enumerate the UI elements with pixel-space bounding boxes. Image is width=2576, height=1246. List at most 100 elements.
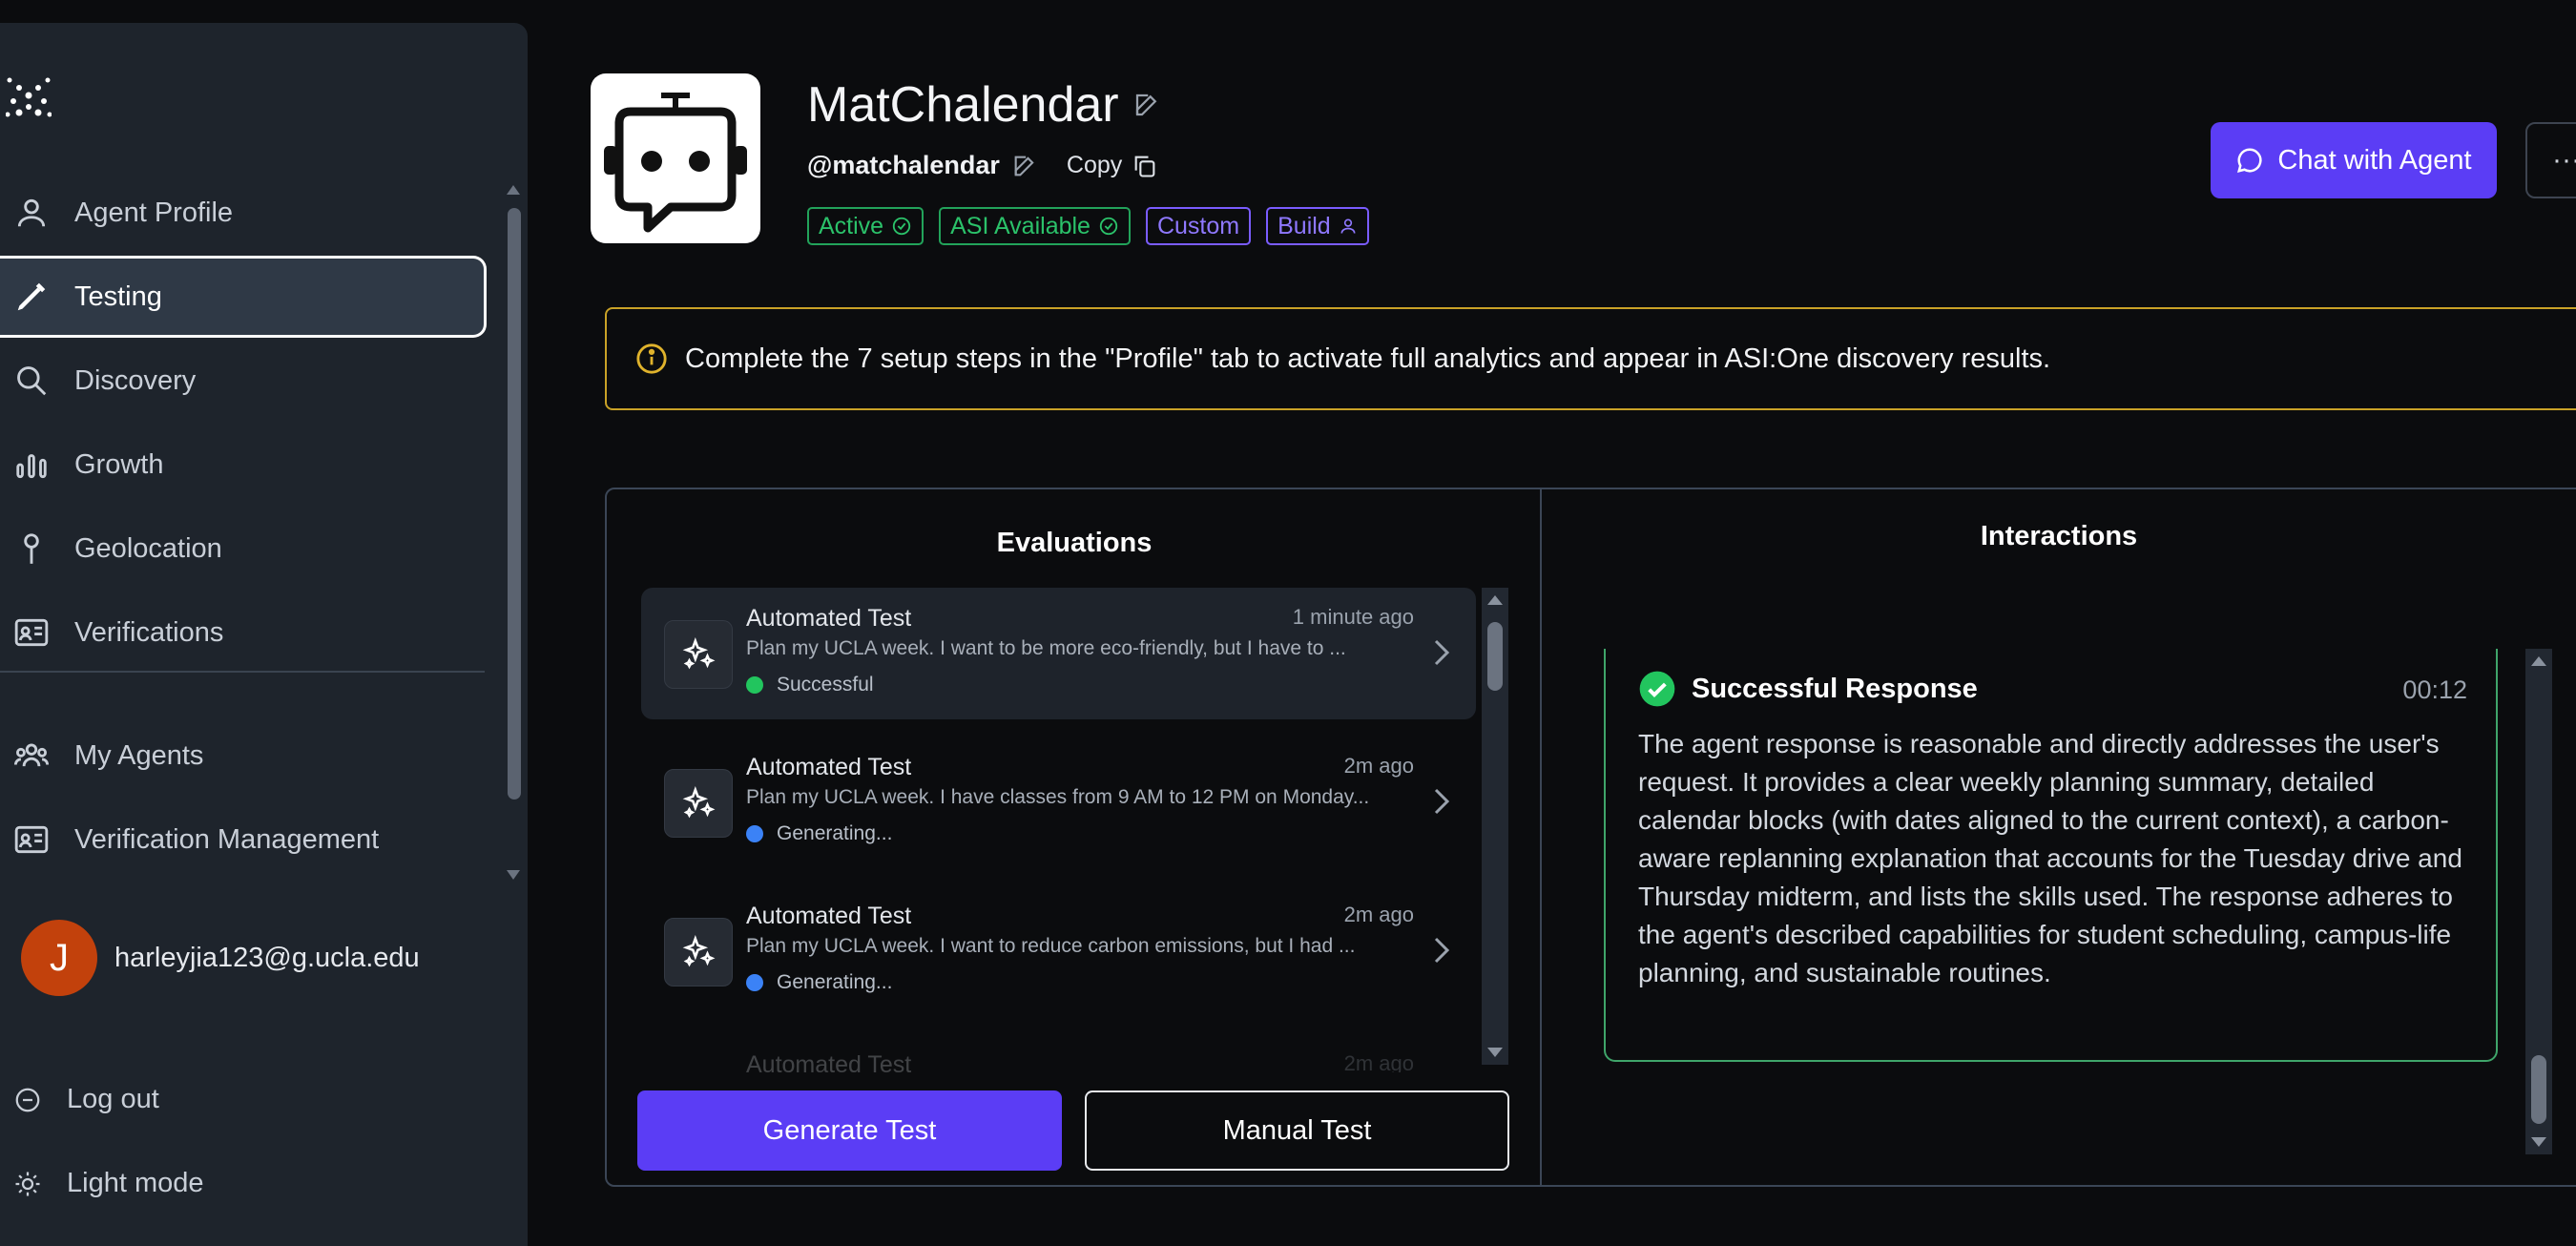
status-badge-custom: Custom bbox=[1145, 207, 1252, 245]
badge-label: Custom bbox=[1156, 212, 1240, 239]
sidebar-item-geolocation[interactable]: Geolocation bbox=[0, 508, 487, 590]
sidebar-item-label: My Agents bbox=[74, 739, 204, 771]
status-badge-active: Active bbox=[807, 207, 924, 245]
edit-name-icon[interactable] bbox=[1132, 91, 1161, 119]
chevron-right-icon[interactable] bbox=[1426, 931, 1455, 969]
sparkles-icon bbox=[664, 769, 733, 838]
sidebar-divider bbox=[0, 671, 485, 673]
search-icon bbox=[13, 363, 50, 399]
user-icon bbox=[1340, 218, 1356, 234]
more-options-button[interactable]: ··· bbox=[2525, 122, 2576, 198]
eval-title: Automated Test bbox=[746, 1051, 912, 1072]
agent-badges: Active ASI Available Custom Build bbox=[807, 207, 1369, 245]
response-card: Successful Response 00:12 The agent resp… bbox=[1604, 649, 2498, 1062]
sidebar-item-testing[interactable]: Testing bbox=[0, 256, 487, 338]
robot-chat-icon bbox=[604, 93, 747, 233]
list-item[interactable]: Automated Test 2m ago bbox=[641, 1034, 1476, 1072]
copy-icon[interactable] bbox=[1132, 153, 1158, 179]
list-item[interactable]: Automated Test 1 minute ago Plan my UCLA… bbox=[641, 588, 1476, 719]
generate-test-button[interactable]: Generate Test bbox=[637, 1090, 1062, 1171]
eval-timestamp: 2m ago bbox=[1343, 903, 1414, 926]
response-header: Successful Response bbox=[1638, 670, 1978, 708]
sidebar-item-growth[interactable]: Growth bbox=[0, 424, 487, 506]
info-icon bbox=[635, 343, 668, 375]
sidebar-item-label: Geolocation bbox=[74, 532, 222, 564]
status-dot bbox=[746, 974, 763, 991]
user-profile[interactable]: J harleyjia123@g.ucla.edu bbox=[21, 920, 420, 996]
eval-prompt: Plan my UCLA week. I want to reduce carb… bbox=[746, 935, 1356, 957]
sidebar-item-discovery[interactable]: Discovery bbox=[0, 340, 487, 422]
eval-timestamp: 2m ago bbox=[1343, 754, 1414, 778]
logout-icon bbox=[13, 1086, 42, 1114]
logout-label: Log out bbox=[67, 1084, 159, 1114]
sidebar-item-label: Growth bbox=[74, 448, 164, 480]
chevron-right-icon[interactable] bbox=[1426, 633, 1455, 672]
eval-timestamp: 1 minute ago bbox=[1292, 605, 1414, 629]
sidebar-item-agent-profile[interactable]: Agent Profile bbox=[0, 172, 487, 254]
eval-prompt: Plan my UCLA week. I want to be more eco… bbox=[746, 637, 1346, 659]
status-label: Generating... bbox=[777, 971, 893, 993]
eval-title: Automated Test bbox=[746, 754, 912, 780]
avatar[interactable]: J bbox=[21, 920, 97, 996]
agent-avatar bbox=[591, 73, 760, 243]
light-mode-toggle[interactable]: Light mode bbox=[13, 1168, 204, 1199]
chevron-right-icon[interactable] bbox=[1426, 782, 1455, 820]
alert-text: Complete the 7 setup steps in the "Profi… bbox=[685, 343, 2051, 374]
status-label: Successful bbox=[777, 674, 874, 696]
eval-title: Automated Test bbox=[746, 903, 912, 929]
list-item[interactable]: Automated Test 2m ago Plan my UCLA week.… bbox=[641, 737, 1476, 868]
sidebar-item-label: Agent Profile bbox=[74, 197, 234, 228]
users-icon bbox=[13, 737, 50, 774]
response-title: Successful Response bbox=[1692, 673, 1978, 704]
agent-name: MatChalendar bbox=[807, 77, 1119, 133]
eval-status: Generating... bbox=[746, 822, 892, 845]
user-email: harleyjia123@g.ucla.edu bbox=[114, 942, 420, 973]
logout-button[interactable]: Log out bbox=[13, 1084, 159, 1115]
sidebar-item-label: Discovery bbox=[74, 364, 197, 396]
pen-icon bbox=[13, 279, 50, 315]
eval-status: Generating... bbox=[746, 971, 892, 994]
sidebar-item-verification-management[interactable]: Verification Management bbox=[0, 799, 487, 881]
check-circle-icon bbox=[1638, 670, 1676, 708]
bar-chart-icon bbox=[13, 446, 50, 483]
evaluations-title: Evaluations bbox=[996, 528, 1153, 558]
response-text: The agent response is reasonable and dir… bbox=[1638, 729, 2462, 987]
badge-label: Build bbox=[1278, 212, 1331, 239]
edit-handle-icon[interactable] bbox=[1011, 153, 1038, 179]
app-logo-icon[interactable] bbox=[6, 76, 52, 118]
sidebar-item-my-agents[interactable]: My Agents bbox=[0, 715, 487, 797]
interactions-scroll-thumb[interactable] bbox=[2531, 1055, 2546, 1124]
badge-label: ASI Available bbox=[950, 212, 1091, 239]
sidebar-item-label: Verification Management bbox=[74, 823, 380, 855]
list-item[interactable]: Automated Test 2m ago Plan my UCLA week.… bbox=[641, 885, 1476, 1017]
evaluations-scroll-thumb[interactable] bbox=[1487, 622, 1503, 691]
eval-status: Successful bbox=[746, 674, 874, 696]
eval-prompt: Plan my UCLA week. I have classes from 9… bbox=[746, 786, 1370, 808]
setup-alert: Complete the 7 setup steps in the "Profi… bbox=[605, 307, 2576, 410]
evaluations-list[interactable]: Automated Test 1 minute ago Plan my UCLA… bbox=[641, 588, 1476, 1072]
badge-label: Active bbox=[819, 212, 884, 239]
id-card-icon bbox=[13, 821, 50, 858]
light-mode-label: Light mode bbox=[67, 1168, 204, 1198]
sparkles-icon bbox=[664, 620, 733, 689]
sidebar-item-label: Verifications bbox=[74, 616, 224, 648]
eval-title: Automated Test bbox=[746, 605, 912, 632]
sparkles-icon bbox=[664, 918, 733, 986]
panel-divider bbox=[1540, 489, 1542, 1185]
status-label: Generating... bbox=[777, 822, 893, 844]
response-duration: 00:12 bbox=[2402, 675, 2467, 704]
user-icon bbox=[13, 195, 50, 231]
id-card-icon bbox=[13, 614, 50, 651]
pin-icon bbox=[13, 530, 50, 567]
agent-handle-row: @matchalendar Copy bbox=[807, 151, 1158, 180]
sidebar-item-verifications[interactable]: Verifications bbox=[0, 592, 487, 674]
copy-handle-button[interactable]: Copy bbox=[1067, 152, 1122, 179]
chat-bubble-icon bbox=[2237, 148, 2262, 174]
agent-handle: @matchalendar bbox=[807, 151, 1000, 179]
chat-button-label: Chat with Agent bbox=[2277, 144, 2472, 176]
chat-with-agent-button[interactable]: Chat with Agent bbox=[2211, 122, 2497, 198]
check-circle-icon bbox=[1099, 217, 1118, 236]
manual-test-button[interactable]: Manual Test bbox=[1085, 1090, 1509, 1171]
sidebar-scroll-thumb[interactable] bbox=[508, 208, 521, 800]
check-circle-icon bbox=[892, 217, 911, 236]
